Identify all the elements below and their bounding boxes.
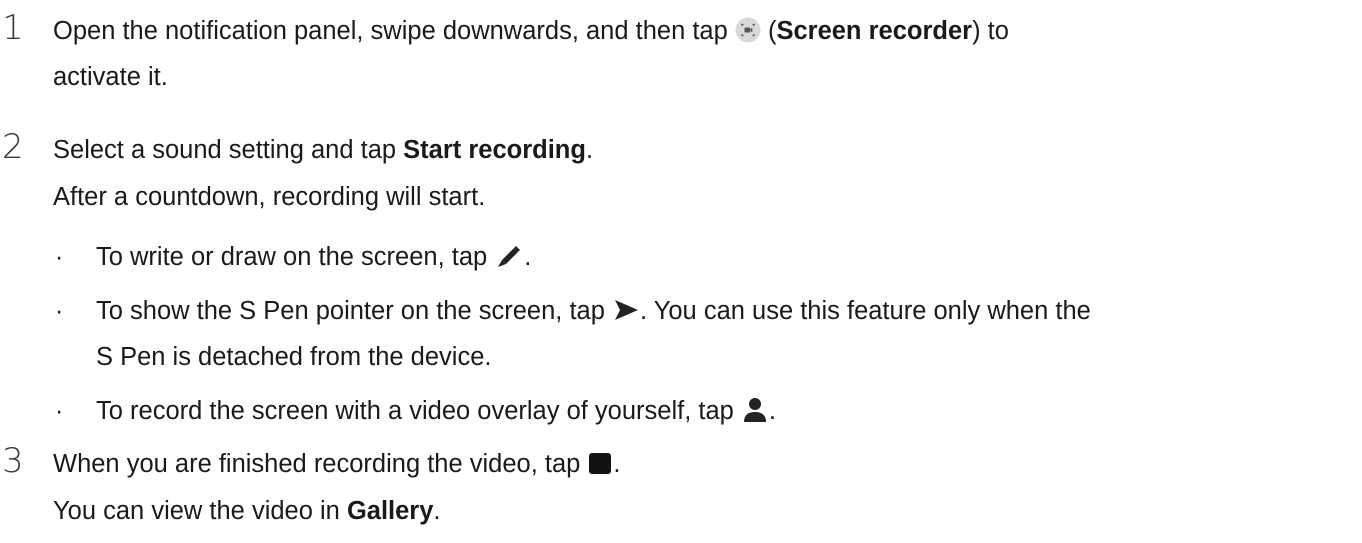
- step-text: .: [613, 450, 621, 478]
- bullet-text: .: [524, 243, 532, 271]
- bullet-dot: ·: [55, 243, 64, 271]
- step-bold-term: Start recording: [403, 136, 586, 164]
- stop-icon: [587, 450, 613, 476]
- bullet-text: .: [768, 397, 777, 425]
- bullet-2: To show the S Pen pointer on the screen,…: [96, 293, 1091, 329]
- step-3-line-2: You can view the video in Gallery.: [53, 493, 441, 529]
- step-number: 3: [2, 441, 24, 481]
- step-text: (: [760, 17, 777, 45]
- bullet-text: To write or draw on the screen, tap: [96, 243, 495, 271]
- bullet-text: To show the S Pen pointer on the screen,…: [96, 297, 612, 325]
- step-bold-term: Screen recorder: [776, 17, 973, 45]
- step-number: 1: [2, 8, 24, 48]
- step-text: Open the notification panel, swipe downw…: [53, 17, 735, 45]
- step-1-line-1: Open the notification panel, swipe downw…: [53, 13, 1009, 49]
- person-icon: [741, 396, 769, 424]
- step-bold-term: Gallery: [346, 497, 434, 525]
- pen-icon: [494, 242, 524, 270]
- bullet-text: To record the screen with a video overla…: [96, 397, 741, 425]
- step-1-line-2: activate it.: [53, 63, 168, 91]
- bullet-dot: ·: [55, 397, 64, 425]
- step-text: You can view the video in: [53, 497, 347, 525]
- bullet-1: To write or draw on the screen, tap .: [96, 239, 531, 275]
- step-text: When you are finished recording the vide…: [53, 450, 588, 478]
- step-2-line-2: After a countdown, recording will start.: [53, 183, 486, 211]
- bullet-2-continuation: S Pen is detached from the device.: [96, 343, 492, 371]
- pointer-icon: [612, 296, 640, 324]
- screen-recorder-icon: [735, 17, 761, 43]
- step-text: .: [585, 136, 594, 164]
- step-text: Select a sound setting and tap: [53, 136, 404, 164]
- step-text: .: [433, 497, 441, 525]
- bullet-3: To record the screen with a video overla…: [96, 393, 776, 429]
- bullet-text: . You can use this feature only when the: [640, 297, 1091, 325]
- step-3-line-1: When you are finished recording the vide…: [53, 446, 621, 482]
- step-text: ) to: [972, 17, 1009, 45]
- bullet-dot: ·: [55, 297, 64, 325]
- step-number: 2: [2, 127, 24, 167]
- step-2-line-1: Select a sound setting and tap Start rec…: [53, 132, 593, 168]
